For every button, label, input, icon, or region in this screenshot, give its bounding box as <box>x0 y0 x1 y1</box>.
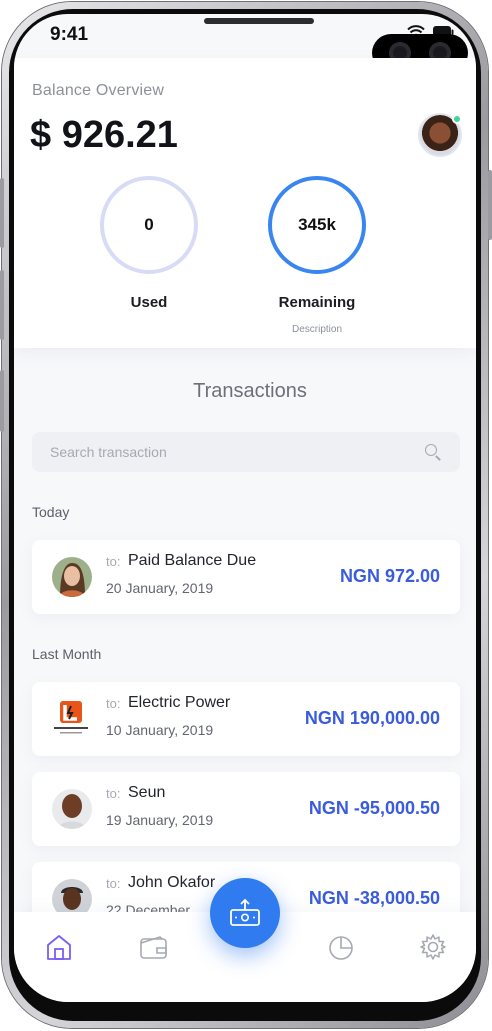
side-button-left-3 <box>0 370 4 432</box>
recipient-name: Paid Balance Due <box>128 552 257 569</box>
group-label-last-month: Last Month <box>32 646 102 662</box>
power-company-logo-icon <box>52 699 92 739</box>
balance-overview-card: Balance Overview $ 926.21 0 345k Used Re… <box>14 58 476 348</box>
remaining-value: 345k <box>298 215 336 234</box>
recipient-name: Electric Power <box>128 694 231 711</box>
settings-icon[interactable] <box>418 932 448 962</box>
transaction-date: 20 January, 2019 <box>106 580 214 596</box>
online-status-dot <box>452 114 462 124</box>
transaction-amount: NGN -38,000.50 <box>308 888 440 908</box>
status-time: 9:41 <box>50 24 89 45</box>
transaction-amount: NGN 190,000.00 <box>304 708 440 728</box>
speaker-grille <box>204 18 314 24</box>
withdraw-fab-button[interactable] <box>210 878 280 948</box>
balance-amount: $ 926.21 <box>30 114 178 156</box>
transaction-amount: NGN -95,000.50 <box>308 798 440 818</box>
side-button-left-2 <box>0 270 4 340</box>
pie-chart-icon[interactable] <box>326 932 356 962</box>
avatar <box>52 557 92 597</box>
used-ring: 0 <box>100 176 198 274</box>
remaining-description: Description <box>291 324 343 335</box>
side-button-left-1 <box>0 178 4 248</box>
wallet-icon[interactable] <box>138 932 168 962</box>
used-value: 0 <box>144 215 154 234</box>
transaction-date: 10 January, 2019 <box>106 722 214 738</box>
search-placeholder: Search transaction <box>50 444 167 460</box>
balance-title: Balance Overview <box>32 82 165 99</box>
transaction-card[interactable]: to: Paid Balance Due 20 January, 2019 NG… <box>32 540 460 614</box>
home-icon[interactable] <box>44 932 74 962</box>
to-label: to: <box>106 876 121 891</box>
to-label: to: <box>106 786 121 801</box>
transactions-heading: Transactions <box>193 380 307 402</box>
recipient-name: John Okafor <box>128 874 216 891</box>
remaining-ring: 345k <box>268 176 366 274</box>
recipient-name: Seun <box>128 784 166 801</box>
remaining-label: Remaining <box>278 294 356 311</box>
transaction-amount: NGN 972.00 <box>339 566 440 586</box>
to-label: to: <box>106 554 121 569</box>
transaction-date: 19 January, 2019 <box>106 812 214 828</box>
to-label: to: <box>106 696 121 711</box>
transaction-card[interactable]: to: Seun 19 January, 2019 NGN -95,000.50 <box>32 772 460 846</box>
atm-withdraw-icon <box>230 898 260 926</box>
screen: 9:41 Balance Overview $ 926.21 0 345k Us… <box>14 14 476 1002</box>
transaction-card[interactable]: to: Electric Power 10 January, 2019 NGN … <box>32 682 460 756</box>
search-transaction-input[interactable]: Search transaction <box>32 432 460 472</box>
search-icon[interactable] <box>424 443 442 461</box>
group-label-today: Today <box>32 504 70 520</box>
used-label: Used <box>130 294 168 311</box>
avatar <box>52 789 92 829</box>
side-button-right <box>488 170 492 240</box>
